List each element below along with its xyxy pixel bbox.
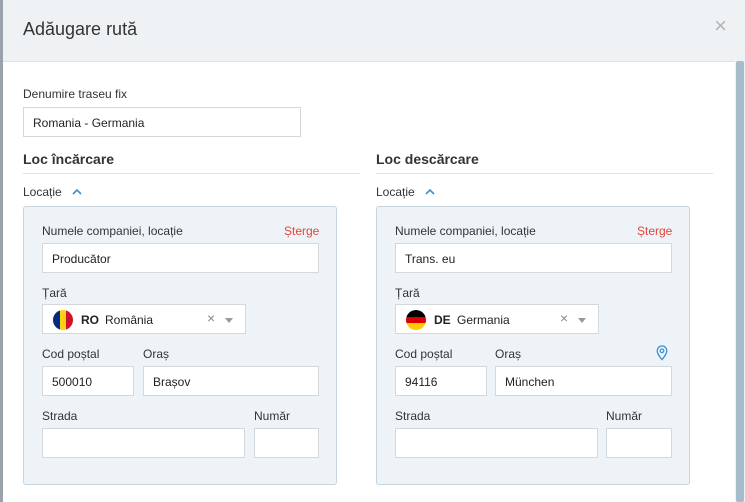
germany-flag-icon [406, 310, 426, 330]
chevron-up-icon[interactable] [72, 188, 82, 195]
number-input[interactable] [254, 428, 319, 458]
company-input[interactable]: Trans. eu [395, 243, 672, 273]
city-label: Oraș [495, 347, 522, 361]
scrollbar-thumb[interactable] [736, 61, 744, 502]
number-input[interactable] [606, 428, 672, 458]
unloading-location-panel: Numele companiei, locație Șterge Trans. … [376, 206, 690, 485]
add-route-modal: Adăugare rută × Denumire traseu fix Roma… [3, 0, 745, 502]
clear-icon[interactable]: × [207, 310, 215, 326]
country-code: DE [434, 313, 451, 327]
scrollbar[interactable] [735, 61, 745, 502]
company-label: Numele companiei, locație [395, 224, 536, 238]
country-name: Germania [457, 313, 510, 327]
close-icon[interactable]: × [714, 15, 727, 37]
chevron-down-icon[interactable] [225, 318, 233, 323]
delete-button[interactable]: Șterge [637, 224, 672, 238]
loading-section-title: Loc încărcare [23, 151, 115, 167]
route-name-label: Denumire traseu fix [23, 87, 128, 101]
city-input[interactable]: Brașov [143, 366, 319, 396]
company-input[interactable]: Producător [42, 243, 319, 273]
loading-location-toggle[interactable]: Locație [23, 185, 62, 199]
number-label: Număr [606, 409, 643, 423]
company-label: Numele companiei, locație [42, 224, 183, 238]
unloading-section-title: Loc descărcare [376, 151, 479, 167]
street-input[interactable] [42, 428, 245, 458]
map-pin-icon[interactable] [656, 345, 668, 361]
country-label: Țară [395, 286, 420, 300]
street-input[interactable] [395, 428, 598, 458]
city-input[interactable]: München [495, 366, 672, 396]
postal-code-label: Cod poștal [395, 347, 453, 361]
number-label: Număr [254, 409, 291, 423]
street-label: Strada [42, 409, 78, 423]
modal-title: Adăugare rută [23, 19, 138, 39]
chevron-down-icon[interactable] [578, 318, 586, 323]
street-label: Strada [395, 409, 431, 423]
unloading-divider [376, 173, 713, 174]
country-code: RO [81, 313, 99, 327]
clear-icon[interactable]: × [560, 310, 568, 326]
city-label: Oraș [143, 347, 170, 361]
delete-button[interactable]: Șterge [284, 224, 319, 238]
postal-code-label: Cod poștal [42, 347, 100, 361]
postal-code-input[interactable]: 500010 [42, 366, 134, 396]
chevron-up-icon[interactable] [425, 188, 435, 195]
country-name: România [105, 313, 154, 327]
country-label: Țară [42, 286, 67, 300]
postal-code-input[interactable]: 94116 [395, 366, 487, 396]
country-select[interactable]: DE Germania × [395, 304, 599, 334]
loading-location-panel: Numele companiei, locație Șterge Producă… [23, 206, 337, 485]
unloading-location-toggle[interactable]: Locație [376, 185, 415, 199]
country-select[interactable]: RO România × [42, 304, 246, 334]
romania-flag-icon [53, 310, 73, 330]
modal-header: Adăugare rută × [3, 0, 745, 62]
loading-divider [23, 173, 360, 174]
route-name-input[interactable]: Romania - Germania [23, 107, 301, 137]
